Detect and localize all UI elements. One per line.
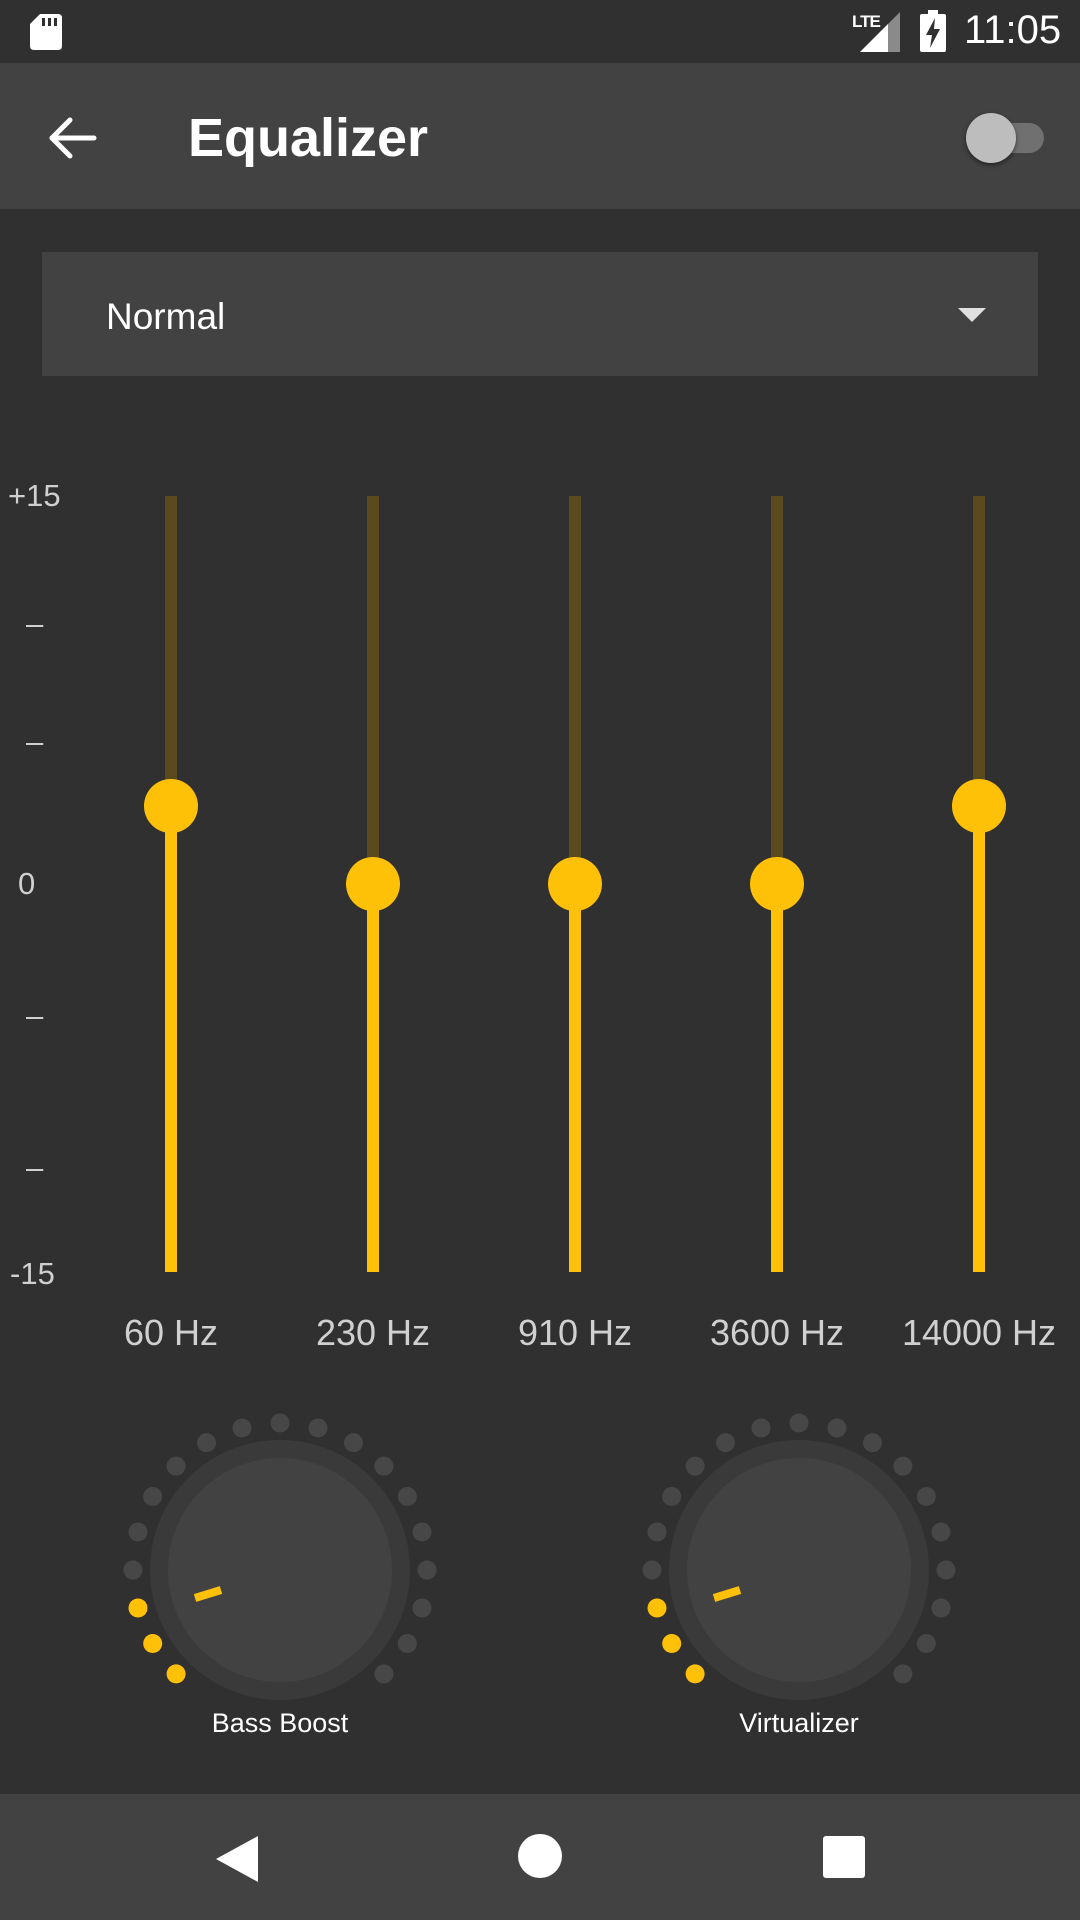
- band-thumb[interactable]: [952, 779, 1006, 834]
- band-fill: [771, 884, 783, 1272]
- battery-charging-icon: [920, 10, 946, 52]
- knob-level-dot: [931, 1522, 951, 1542]
- knob-level-dot: [647, 1598, 667, 1618]
- knob-level-dot: [123, 1560, 143, 1580]
- band-thumb[interactable]: [346, 857, 400, 911]
- signal-icon: [860, 12, 900, 52]
- band-fill: [367, 884, 379, 1272]
- chevron-down-icon[interactable]: [958, 308, 986, 322]
- knob-level-dot: [916, 1487, 936, 1506]
- band-label: 910 Hz: [517, 1312, 633, 1353]
- equalizer-enable-toggle[interactable]: [962, 107, 1048, 163]
- band-slider-910hz[interactable]: [535, 490, 615, 1280]
- nav-home-icon[interactable]: [518, 1834, 562, 1878]
- knob-level-dot: [344, 1433, 363, 1453]
- band-thumb[interactable]: [548, 857, 602, 911]
- knob-level-dot: [397, 1634, 417, 1653]
- scale-min-label: -15: [10, 1256, 55, 1291]
- band-fill: [973, 806, 985, 1272]
- knob-level-dot: [412, 1522, 432, 1542]
- scale-tick: –: [26, 1150, 44, 1185]
- knob-level-dot: [232, 1418, 252, 1438]
- knob-level-dot: [751, 1418, 771, 1438]
- arrow-back-icon[interactable]: [40, 105, 106, 171]
- knob-level-dot: [789, 1413, 809, 1433]
- knob-level-dot: [716, 1433, 735, 1453]
- band-label: 230 Hz: [315, 1312, 431, 1353]
- band-slider-230hz[interactable]: [333, 490, 413, 1280]
- bass-boost-label: Bass Boost: [211, 1708, 349, 1738]
- knob-level-dot: [412, 1598, 432, 1618]
- knob-level-dot: [128, 1522, 148, 1542]
- virtualizer-label: Virtualizer: [739, 1708, 859, 1738]
- nav-back-icon[interactable]: [216, 1836, 258, 1882]
- virtualizer-knob[interactable]: [634, 1410, 964, 1740]
- band-thumb[interactable]: [750, 857, 804, 911]
- knob-level-dot: [308, 1418, 328, 1438]
- knob-level-dot: [166, 1664, 186, 1684]
- knob-level-dot: [685, 1456, 705, 1476]
- band-slider-60hz[interactable]: [131, 490, 211, 1280]
- knob-level-dot: [197, 1433, 216, 1453]
- knob-level-dot: [374, 1456, 394, 1476]
- bass-boost-knob[interactable]: [115, 1410, 445, 1740]
- knob-level-dot: [642, 1560, 662, 1580]
- band-label: 14000 Hz: [901, 1312, 1057, 1353]
- preset-dropdown[interactable]: Normal: [42, 252, 1038, 376]
- scale-tick: –: [26, 606, 44, 641]
- band-fill: [165, 806, 177, 1272]
- clock: 11:05: [964, 8, 1062, 52]
- status-bar: LTE 11:05: [0, 0, 1080, 63]
- band-slider-14000hz[interactable]: [939, 490, 1019, 1280]
- preset-selected-value: Normal: [106, 296, 226, 337]
- nav-recents-icon[interactable]: [823, 1836, 865, 1878]
- knob-level-dot: [916, 1634, 936, 1653]
- system-nav-bar: [0, 1794, 1080, 1920]
- knob-level-dot: [662, 1634, 682, 1653]
- page-title: Equalizer: [188, 108, 429, 168]
- knob-level-dot: [827, 1418, 847, 1438]
- knob-level-dot: [143, 1634, 163, 1653]
- toggle-thumb[interactable]: [966, 113, 1016, 163]
- scale-max-label: +15: [8, 478, 61, 513]
- knob-level-dot: [893, 1664, 913, 1684]
- knob-level-dot: [893, 1456, 913, 1476]
- band-label: 3600 Hz: [709, 1312, 845, 1353]
- band-slider-3600hz[interactable]: [737, 490, 817, 1280]
- knob-level-dot: [143, 1487, 163, 1506]
- scale-tick: –: [26, 998, 44, 1033]
- knob-level-dot: [397, 1487, 417, 1506]
- band-thumb[interactable]: [144, 779, 198, 834]
- knob-level-dot: [270, 1413, 290, 1433]
- sd-card-icon: [30, 14, 62, 50]
- app-bar: Equalizer: [0, 63, 1080, 209]
- knob-level-dot: [374, 1664, 394, 1684]
- knob-level-dot: [936, 1560, 956, 1580]
- knob-level-dot: [647, 1522, 667, 1542]
- knob-level-dot: [662, 1487, 682, 1506]
- scale-zero-label: 0: [18, 866, 36, 901]
- band-label: 60 Hz: [123, 1312, 219, 1353]
- knob-face: [687, 1458, 911, 1682]
- knob-face: [168, 1458, 392, 1682]
- knob-level-dot: [863, 1433, 882, 1453]
- knob-level-dot: [931, 1598, 951, 1618]
- knob-level-dot: [128, 1598, 148, 1618]
- knob-level-dot: [685, 1664, 705, 1684]
- band-fill: [569, 884, 581, 1272]
- scale-tick: –: [26, 724, 44, 759]
- knob-level-dot: [417, 1560, 437, 1580]
- knob-level-dot: [166, 1456, 186, 1476]
